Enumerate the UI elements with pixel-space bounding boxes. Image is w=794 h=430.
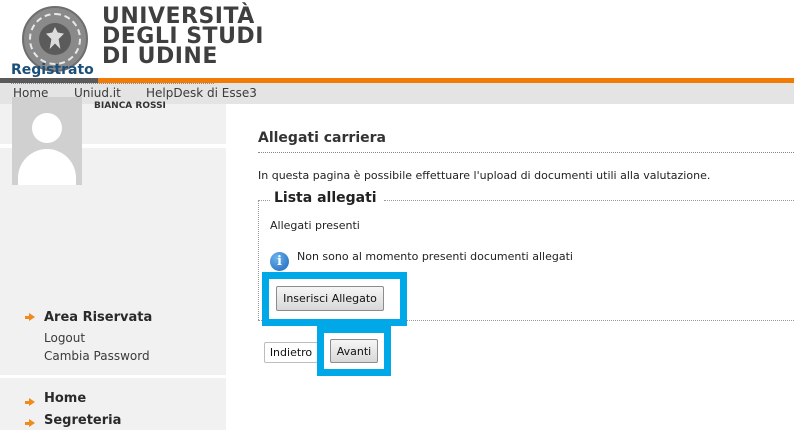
- user-name: BIANCA ROSSI: [94, 101, 166, 111]
- fieldset-border: [258, 200, 270, 201]
- sidebar-item-cambia-password[interactable]: Cambia Password: [44, 349, 150, 363]
- nav-link-helpdesk[interactable]: HelpDesk di Esse3: [146, 86, 257, 100]
- sidebar-title: Registrato: [11, 62, 94, 78]
- arrow-right-icon: [29, 419, 35, 427]
- allegati-presenti-label: Allegati presenti: [270, 219, 360, 232]
- fieldset-legend: Lista allegati: [274, 190, 377, 206]
- header: UNIVERSITÀ DEGLI STUDI DI UDINE: [0, 0, 794, 78]
- arrow-right-icon: [29, 398, 35, 406]
- back-button[interactable]: Indietro: [264, 342, 318, 363]
- next-button[interactable]: Avanti: [330, 339, 378, 363]
- arrow-right-icon: [29, 313, 35, 321]
- avatar: [12, 97, 82, 185]
- inserisci-allegato-button[interactable]: Inserisci Allegato: [276, 286, 384, 311]
- info-icon: i: [270, 252, 289, 271]
- sidebar-item-area-riservata[interactable]: Area Riservata: [44, 310, 152, 325]
- sidebar-item-logout[interactable]: Logout: [44, 331, 85, 345]
- sidebar-item-home[interactable]: Home: [44, 391, 86, 406]
- university-logo-text[interactable]: UNIVERSITÀ DEGLI STUDI DI UDINE: [102, 6, 264, 69]
- sidebar-item-segreteria[interactable]: Segreteria: [44, 413, 121, 428]
- divider: [0, 375, 226, 378]
- fieldset-border: [384, 200, 794, 201]
- fieldset-border: [258, 200, 259, 320]
- divider: [11, 83, 214, 84]
- info-message: Non sono al momento presenti documenti a…: [297, 250, 573, 263]
- divider: [258, 152, 794, 153]
- page-title: Allegati carriera: [258, 130, 386, 146]
- intro-text: In questa pagina è possibile effettuare …: [258, 169, 711, 182]
- logo-line: DI UDINE: [102, 44, 218, 69]
